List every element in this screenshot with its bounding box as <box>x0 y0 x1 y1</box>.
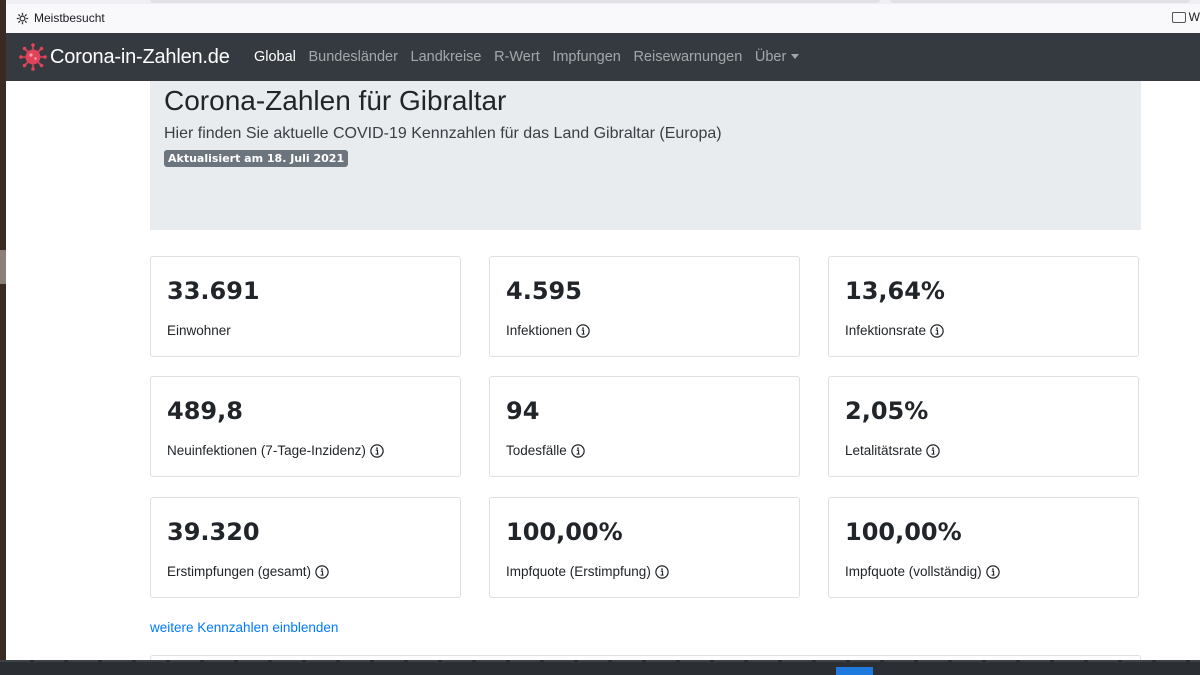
stat-label: Impfquote (vollständig) <box>845 564 982 579</box>
folder-icon <box>1171 11 1186 23</box>
info-icon[interactable] <box>370 443 384 458</box>
stat-value: 100,00% <box>506 518 623 546</box>
search-bar[interactable] <box>890 0 1190 3</box>
url-bar[interactable] <box>150 0 880 3</box>
stat-value: 94 <box>506 397 540 425</box>
stat-card-infektionsrate: 13,64% Infektionsrate <box>828 256 1139 357</box>
bookmark-label: Meistbesucht <box>34 11 105 25</box>
bookmark-most-visited[interactable]: Meistbesucht <box>16 11 105 25</box>
info-icon[interactable] <box>985 564 1000 579</box>
nav-item-bundeslaender[interactable]: Bundesländer <box>302 49 404 65</box>
stat-card-impfquote-erstimpfung: 100,00% Impfquote (Erstimpfung) <box>489 497 800 598</box>
nav-item-impfungen[interactable]: Impfungen <box>546 49 627 65</box>
info-icon[interactable] <box>926 443 941 458</box>
info-icon[interactable] <box>571 443 585 458</box>
stat-label-container: Letalitätsrate <box>845 443 941 458</box>
taskbar-button[interactable] <box>836 667 873 675</box>
stat-label: Erstimpfungen (gesamt) <box>167 564 312 579</box>
window-edge <box>0 0 6 675</box>
stat-label-container: Impfquote (Erstimpfung) <box>506 564 669 579</box>
page-subtitle: Hier finden Sie aktuelle COVID-19 Kennza… <box>164 125 722 142</box>
stat-card-erstimpfungen: 39.320 Erstimpfungen (gesamt) <box>150 497 461 598</box>
taskbar-edge <box>0 660 1200 662</box>
stat-label: Letalitätsrate <box>845 443 923 458</box>
show-more-stats-link[interactable]: weitere Kennzahlen einblenden <box>150 620 338 635</box>
info-icon[interactable] <box>576 323 590 338</box>
brand-link[interactable]: Corona-in-Zahlen.de <box>18 42 230 72</box>
nav-menu: Global Bundesländer Landkreise R-Wert Im… <box>248 49 806 65</box>
stat-label-container: Einwohner <box>167 323 231 338</box>
caret-down-icon <box>791 54 800 59</box>
stat-value: 489,8 <box>167 397 243 425</box>
stat-value: 33.691 <box>167 277 260 305</box>
stat-card-einwohner: 33.691 Einwohner <box>150 256 461 357</box>
stat-label-container: Impfquote (vollständig) <box>845 564 1000 579</box>
nav-item-ueber-dropdown[interactable]: Über <box>749 49 806 65</box>
stat-label-container: Erstimpfungen (gesamt) <box>167 564 329 579</box>
stat-label: Impfquote (Erstimpfung) <box>506 564 651 579</box>
stat-label: Infektionsrate <box>845 323 927 338</box>
stat-card-todesfaelle: 94 Todesfälle <box>489 376 800 477</box>
nav-item-ueber-label: Über <box>754 49 787 65</box>
info-icon[interactable] <box>655 564 669 579</box>
taskbar <box>0 660 1200 675</box>
stat-value: 4.595 <box>506 277 582 305</box>
info-icon[interactable] <box>930 323 944 338</box>
stat-label: Todesfälle <box>506 443 567 458</box>
stat-card-infektionen: 4.595 Infektionen <box>489 256 800 357</box>
stat-label-container: Todesfälle <box>506 443 585 458</box>
stat-label: Einwohner <box>167 323 231 338</box>
stat-value: 39.320 <box>167 518 260 546</box>
stat-label: Neuinfektionen (7-Tage-Inzidenz) <box>167 443 366 458</box>
stat-card-neuinfektionen: 489,8 Neuinfektionen (7-Tage-Inzidenz) <box>150 376 461 477</box>
page-title: Corona-Zahlen für Gibraltar <box>164 85 507 116</box>
nav-item-landkreise[interactable]: Landkreise <box>404 49 488 65</box>
window-edge-notch <box>0 250 6 284</box>
nav-item-global[interactable]: Global <box>248 49 303 65</box>
stat-label-container: Neuinfektionen (7-Tage-Inzidenz) <box>167 443 384 458</box>
bookmark-folder[interactable]: W <box>1171 10 1200 24</box>
bookmark-folder-label: W <box>1188 10 1200 24</box>
page-header: Corona-Zahlen für Gibraltar Hier finden … <box>150 81 1141 230</box>
brand-name: Corona-in-Zahlen.de <box>50 45 230 68</box>
stat-label-container: Infektionsrate <box>845 323 944 338</box>
nav-item-reisewarnungen[interactable]: Reisewarnungen <box>627 49 748 65</box>
update-badge: Aktualisiert am 18. Juli 2021 <box>164 150 349 167</box>
nav-item-r-wert[interactable]: R-Wert <box>488 49 546 65</box>
stat-card-letalitaetsrate: 2,05% Letalitätsrate <box>828 376 1139 477</box>
gear-icon <box>16 12 29 24</box>
stat-value: 100,00% <box>845 518 962 546</box>
site-navbar: Corona-in-Zahlen.de Global Bundesländer … <box>6 33 1200 81</box>
stat-value: 2,05% <box>845 397 929 425</box>
stat-label-container: Infektionen <box>506 323 590 338</box>
bookmarks-bar: Meistbesucht W <box>6 4 1200 34</box>
stat-card-impfquote-vollstaendig: 100,00% Impfquote (vollständig) <box>828 497 1139 598</box>
virus-logo-icon <box>19 43 47 71</box>
stat-value: 13,64% <box>845 277 945 305</box>
info-icon[interactable] <box>315 564 329 579</box>
stat-label: Infektionen <box>506 323 573 338</box>
